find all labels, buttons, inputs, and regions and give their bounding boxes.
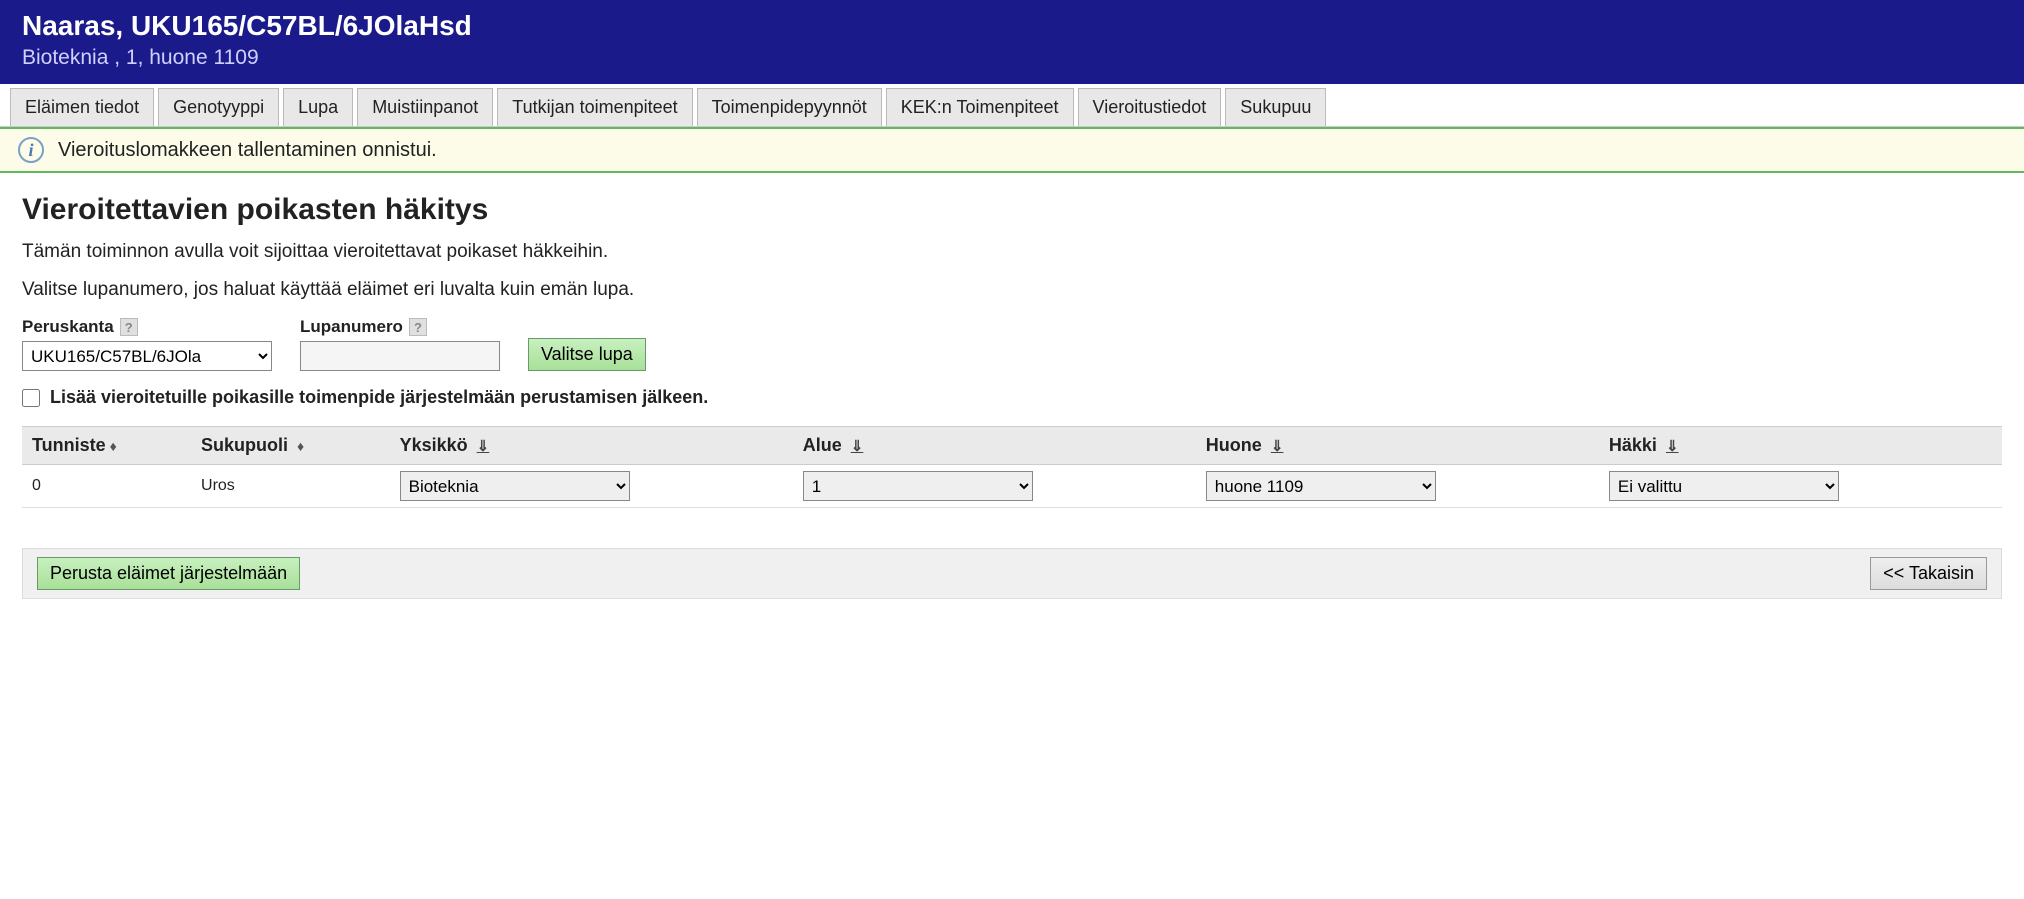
peruskanta-select[interactable]: UKU165/C57BL/6JOla [22,341,272,371]
info-message-bar: i Vieroituslomakkeen tallentaminen onnis… [0,127,2024,173]
col-hakki[interactable]: Häkki ⇓ [1599,427,2002,465]
cell-huone: huone 1109 [1196,465,1599,508]
pups-table: Tunniste♦ Sukupuoli ♦ Yksikkö ⇓ Alue ⇓ H… [22,426,2002,508]
toimenpide-checkbox[interactable] [22,389,40,407]
section-desc-1: Tämän toiminnon avulla voit sijoittaa vi… [22,241,2002,263]
col-yksikko-label: Yksikkö [400,435,468,455]
col-yksikko[interactable]: Yksikkö ⇓ [390,427,793,465]
tab-tutkijan-toimenpiteet[interactable]: Tutkijan toimenpiteet [497,88,692,126]
fill-down-icon[interactable]: ⇓ [851,438,864,455]
cell-tunniste: 0 [22,465,191,508]
lupanumero-input[interactable] [300,341,500,371]
page-title: Naaras, UKU165/C57BL/6JOlaHsd [22,10,2002,42]
alue-select[interactable]: 1 [803,471,1033,501]
main-content: Vieroitettavien poikasten häkitys Tämän … [0,173,2024,619]
perusta-button[interactable]: Perusta eläimet järjestelmään [37,557,300,590]
lupanumero-label: Lupanumero ? [300,317,500,337]
section-title: Vieroitettavien poikasten häkitys [22,193,2002,227]
col-huone[interactable]: Huone ⇓ [1196,427,1599,465]
tab-vieroitustiedot[interactable]: Vieroitustiedot [1078,88,1222,126]
checkbox-row: Lisää vieroitetuille poikasille toimenpi… [22,387,2002,408]
back-button[interactable]: << Takaisin [1870,557,1987,590]
fill-down-icon[interactable]: ⇓ [1271,438,1284,455]
col-tunniste[interactable]: Tunniste♦ [22,427,191,465]
col-alue-label: Alue [803,435,842,455]
info-message-text: Vieroituslomakkeen tallentaminen onnistu… [58,139,437,162]
help-icon[interactable]: ? [120,318,138,336]
huone-select[interactable]: huone 1109 [1206,471,1436,501]
col-sukupuoli[interactable]: Sukupuoli ♦ [191,427,390,465]
col-sukupuoli-label: Sukupuoli [201,435,288,455]
info-icon: i [18,137,44,163]
page-header: Naaras, UKU165/C57BL/6JOlaHsd Bioteknia … [0,0,2024,84]
col-hakki-label: Häkki [1609,435,1657,455]
peruskanta-label-text: Peruskanta [22,317,114,337]
cell-sukupuoli: Uros [191,465,390,508]
peruskanta-label: Peruskanta ? [22,317,272,337]
yksikko-select[interactable]: Bioteknia [400,471,630,501]
tab-elaimen-tiedot[interactable]: Eläimen tiedot [10,88,154,126]
cell-yksikko: Bioteknia [390,465,793,508]
tab-genotyyppi[interactable]: Genotyyppi [158,88,279,126]
peruskanta-group: Peruskanta ? UKU165/C57BL/6JOla [22,317,272,371]
form-row: Peruskanta ? UKU165/C57BL/6JOla Lupanume… [22,317,2002,371]
tab-sukupuu[interactable]: Sukupuu [1225,88,1326,126]
col-tunniste-label: Tunniste [32,435,106,455]
section-desc-2: Valitse lupanumero, jos haluat käyttää e… [22,279,2002,301]
col-huone-label: Huone [1206,435,1262,455]
tab-kek-toimenpiteet[interactable]: KEK:n Toimenpiteet [886,88,1074,126]
lupanumero-label-text: Lupanumero [300,317,403,337]
cell-alue: 1 [793,465,1196,508]
help-icon[interactable]: ? [409,318,427,336]
tab-toimenpidepyynnot[interactable]: Toimenpidepyynnöt [697,88,882,126]
tab-muistiinpanot[interactable]: Muistiinpanot [357,88,493,126]
lupanumero-group: Lupanumero ? [300,317,500,371]
page-subtitle: Bioteknia , 1, huone 1109 [22,46,2002,70]
cell-hakki: Ei valittu [1599,465,2002,508]
sort-icon: ♦ [297,438,304,454]
col-alue[interactable]: Alue ⇓ [793,427,1196,465]
table-header-row: Tunniste♦ Sukupuoli ♦ Yksikkö ⇓ Alue ⇓ H… [22,427,2002,465]
sort-icon: ♦ [110,438,117,454]
valitse-lupa-button[interactable]: Valitse lupa [528,338,646,371]
fill-down-icon[interactable]: ⇓ [1666,438,1679,455]
table-row: 0 Uros Bioteknia 1 huone 1109 [22,465,2002,508]
tab-bar: Eläimen tiedot Genotyyppi Lupa Muistiinp… [0,84,2024,127]
checkbox-label: Lisää vieroitetuille poikasille toimenpi… [50,387,708,408]
tab-lupa[interactable]: Lupa [283,88,353,126]
footer-bar: Perusta eläimet järjestelmään << Takaisi… [22,548,2002,599]
fill-down-icon[interactable]: ⇓ [477,438,490,455]
hakki-select[interactable]: Ei valittu [1609,471,1839,501]
